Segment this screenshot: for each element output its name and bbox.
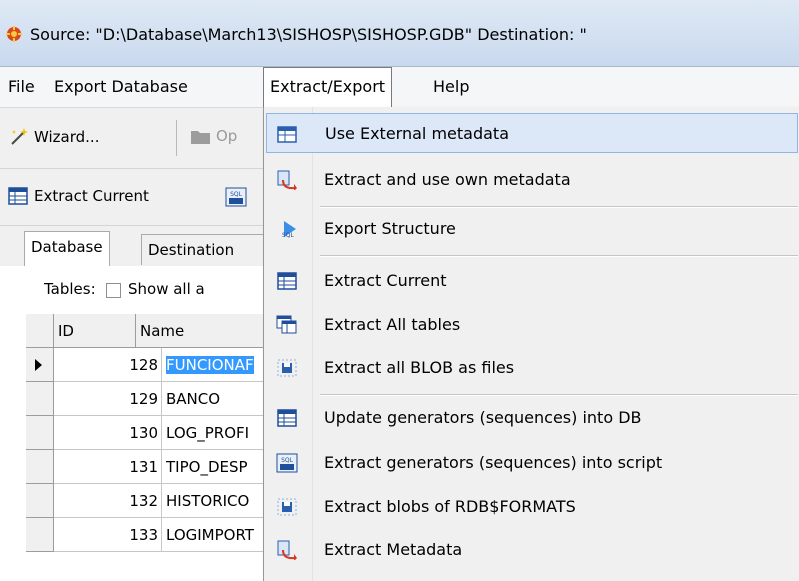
- window-title: Source: "D:\Database\March13\SISHOSP\SIS…: [30, 25, 587, 44]
- cell-name: FUNCIONAF: [162, 348, 263, 382]
- menu-separator: [320, 206, 798, 208]
- cell-name: LOGIMPORT: [162, 518, 263, 552]
- tab-strip: Database Destination: [0, 226, 271, 266]
- menu-item-use-external-metadata[interactable]: Use External metadata: [266, 113, 798, 153]
- menu-help[interactable]: Help: [433, 67, 469, 107]
- table-row[interactable]: 133 LOGIMPORT: [26, 518, 263, 552]
- svg-text:SQL: SQL: [281, 457, 294, 464]
- menu-item-label: Extract generators (sequences) into scri…: [324, 453, 663, 472]
- cell-name: HISTORICO: [162, 484, 263, 518]
- menu-item-label: Extract blobs of RDB$FORMATS: [324, 497, 576, 516]
- row-indicator: [26, 416, 54, 450]
- export-structure-icon: SQL: [282, 221, 296, 239]
- extract-all-tables-icon: [276, 315, 297, 334]
- extract-current-label: Extract Current: [34, 187, 149, 205]
- menu-item-label: Extract Current: [324, 271, 447, 290]
- blob-formats-icon: [277, 498, 297, 516]
- menu-item-label: Extract all BLOB as files: [324, 358, 515, 377]
- table-row[interactable]: 132 HISTORICO: [26, 484, 263, 518]
- sql-script-icon: SQL: [276, 453, 298, 473]
- cell-name: LOG_PROFI: [162, 416, 263, 450]
- open-button[interactable]: Op: [190, 126, 237, 146]
- grid-corner-header: [26, 314, 54, 348]
- menu-item-label: Use External metadata: [325, 124, 509, 143]
- table-row[interactable]: 129 BANCO: [26, 382, 263, 416]
- menu-separator: [320, 255, 798, 257]
- menu-item-extract-generators-script[interactable]: SQL Extract generators (sequences) into …: [266, 443, 798, 483]
- own-metadata-icon: [277, 170, 297, 190]
- cell-id: 129: [54, 382, 162, 416]
- menu-item-extract-current[interactable]: Extract Current: [266, 261, 798, 301]
- menu-separator: [320, 394, 798, 396]
- column-header-id[interactable]: ID: [54, 314, 136, 348]
- menu-item-label: Extract and use own metadata: [324, 170, 571, 189]
- wizard-button[interactable]: Wizard...: [8, 126, 99, 148]
- row-indicator: [26, 450, 54, 484]
- title-bar: Source: "D:\Database\March13\SISHOSP\SIS…: [0, 0, 799, 67]
- menu-item-extract-own-metadata[interactable]: Extract and use own metadata: [266, 160, 798, 200]
- extract-metadata-icon: [277, 540, 297, 560]
- tables-filter-row: Tables: Show all a: [0, 266, 263, 312]
- menu-item-label: Update generators (sequences) into DB: [324, 408, 642, 427]
- row-indicator: [26, 484, 54, 518]
- app-icon: [6, 26, 22, 42]
- extract-toolbar: Extract Current SQL: [0, 169, 263, 226]
- extract-current-icon: [277, 272, 297, 290]
- wizard-label: Wizard...: [34, 128, 100, 146]
- cell-id: 132: [54, 484, 162, 518]
- tab-database[interactable]: Database: [24, 231, 110, 266]
- wizard-wand-icon: [11, 128, 28, 145]
- svg-text:SQL: SQL: [282, 232, 295, 239]
- menu-item-update-generators[interactable]: Update generators (sequences) into DB: [266, 398, 798, 438]
- table-row[interactable]: 128 FUNCIONAF: [26, 348, 263, 382]
- menu-extract-export[interactable]: Extract/Export: [263, 67, 393, 107]
- main-toolbar: Wizard... Op: [0, 108, 263, 169]
- menu-file[interactable]: File: [8, 67, 35, 107]
- menu-item-label: Extract All tables: [324, 315, 461, 334]
- menu-bar: File Export Database Extract/Export Help: [0, 67, 799, 108]
- cell-name: BANCO: [162, 382, 263, 416]
- menu-item-extract-metadata[interactable]: Extract Metadata: [266, 530, 798, 570]
- tab-destination[interactable]: Destination: [141, 234, 271, 265]
- table-row[interactable]: 130 LOG_PROFI: [26, 416, 263, 450]
- folder-icon: [191, 131, 210, 144]
- show-all-label: Show all a: [128, 280, 205, 298]
- row-indicator: [26, 518, 54, 552]
- menu-item-extract-blob-files[interactable]: Extract all BLOB as files: [266, 348, 798, 388]
- update-generators-icon: [277, 409, 297, 427]
- external-metadata-icon: [277, 126, 297, 143]
- menu-export-database[interactable]: Export Database: [54, 67, 188, 107]
- row-indicator: [26, 348, 54, 382]
- table-row[interactable]: 131 TIPO_DESP: [26, 450, 263, 484]
- current-row-arrow-icon: [35, 359, 42, 371]
- cell-id: 128: [54, 348, 162, 382]
- tables-label: Tables:: [44, 280, 96, 298]
- open-label: Op: [216, 127, 238, 145]
- table-icon: [8, 187, 28, 205]
- column-header-name[interactable]: Name: [136, 314, 263, 348]
- row-indicator: [26, 382, 54, 416]
- menu-item-label: Export Structure: [324, 219, 456, 238]
- cell-id: 131: [54, 450, 162, 484]
- blob-files-icon: [277, 359, 297, 377]
- menu-item-export-structure[interactable]: SQL Export Structure: [266, 209, 798, 249]
- svg-text:SQL: SQL: [230, 191, 243, 198]
- menu-item-extract-rdb-formats[interactable]: Extract blobs of RDB$FORMATS: [266, 487, 798, 527]
- cell-id: 133: [54, 518, 162, 552]
- toolbar-separator: [176, 120, 177, 156]
- menu-item-extract-all-tables[interactable]: Extract All tables: [266, 305, 798, 345]
- extract-export-menu: Use External metadata Extract and use ow…: [263, 107, 799, 581]
- show-all-checkbox[interactable]: [106, 283, 121, 298]
- sql-icon[interactable]: SQL: [225, 187, 247, 207]
- cell-name: TIPO_DESP: [162, 450, 263, 484]
- menu-item-label: Extract Metadata: [324, 540, 463, 559]
- extract-current-button[interactable]: Extract Current: [8, 187, 149, 205]
- cell-id: 130: [54, 416, 162, 450]
